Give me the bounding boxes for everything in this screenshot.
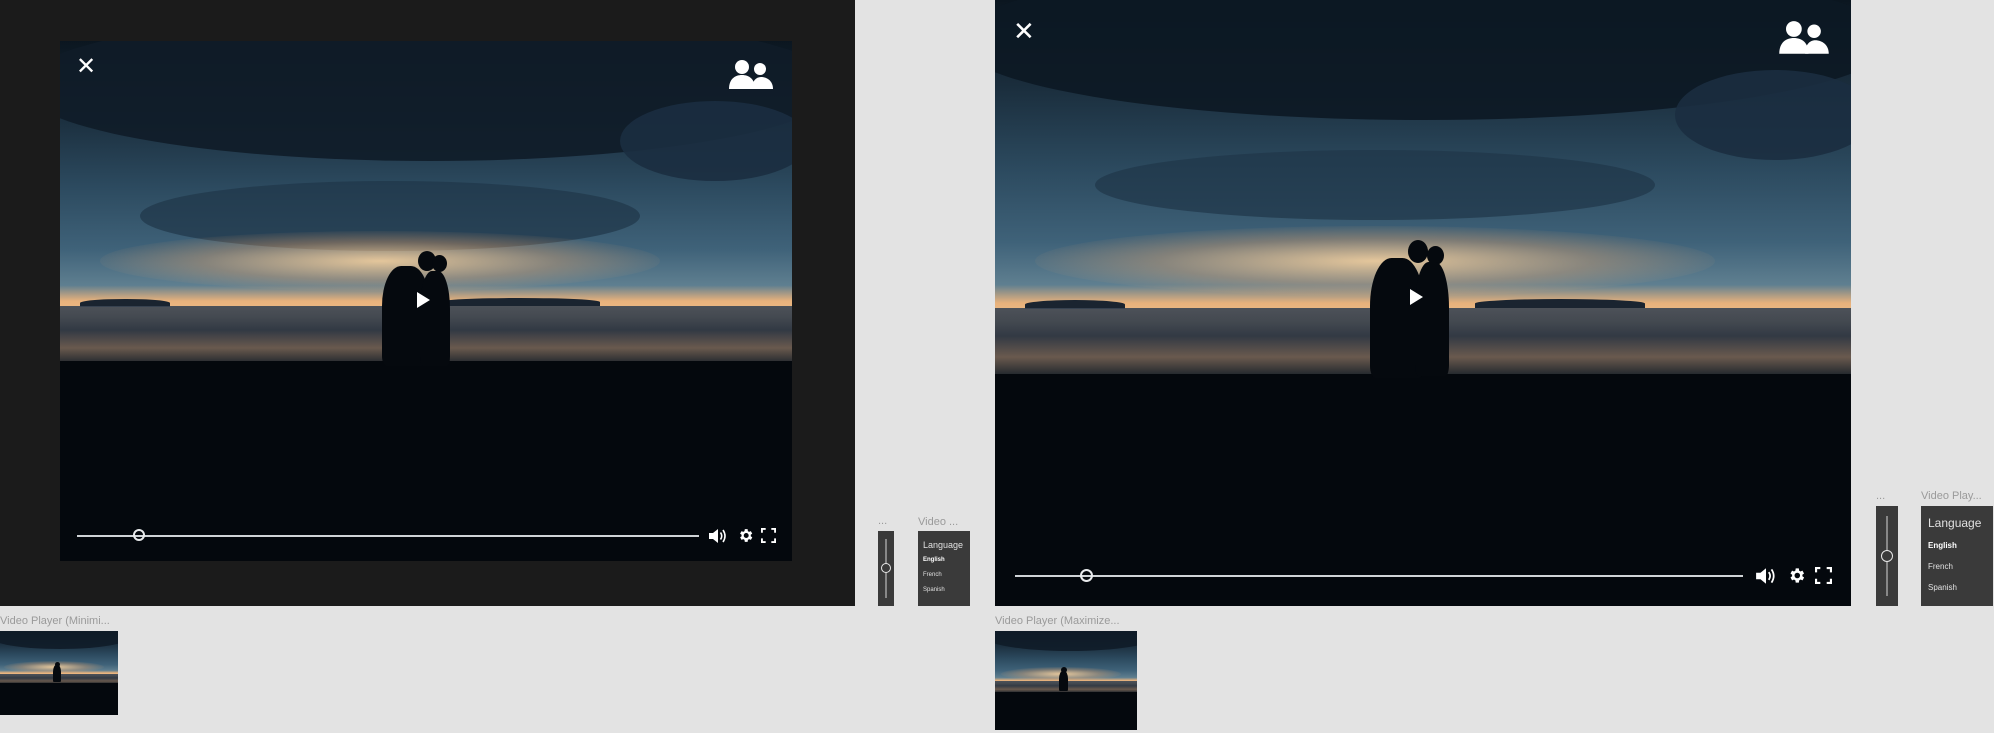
language-menu-caption: Video ... xyxy=(918,516,959,528)
volume-slider-vertical-large[interactable] xyxy=(1876,506,1898,606)
progress-knob-maximized[interactable] xyxy=(1080,569,1093,582)
close-icon-maximized[interactable]: ✕ xyxy=(1013,18,1035,44)
close-icon[interactable]: ✕ xyxy=(76,55,96,79)
language-option-spanish-large[interactable]: Spanish xyxy=(1928,583,1957,592)
language-option-english[interactable]: English xyxy=(923,557,945,563)
language-menu-caption-large: Video Play... xyxy=(1921,490,1982,502)
language-option-french-large[interactable]: French xyxy=(1928,562,1953,571)
maximized-player-frame: ✕ xyxy=(995,0,1851,606)
progress-knob[interactable] xyxy=(133,529,145,541)
video-viewport-maximized[interactable]: ✕ xyxy=(995,0,1851,606)
people-icon[interactable] xyxy=(728,59,774,91)
language-option-spanish[interactable]: Spanish xyxy=(923,587,945,593)
progress-bar-maximized[interactable] xyxy=(1015,575,1743,577)
language-menu-small: Language English French Spanish xyxy=(918,531,970,606)
volume-slider-vertical[interactable] xyxy=(878,531,894,606)
gear-icon[interactable] xyxy=(737,527,754,544)
volume-icon[interactable] xyxy=(708,528,728,544)
play-icon[interactable] xyxy=(417,292,430,308)
volume-slider-knob-large[interactable] xyxy=(1881,550,1893,562)
fullscreen-icon[interactable] xyxy=(761,528,776,543)
language-option-english-large[interactable]: English xyxy=(1928,541,1957,550)
minimized-player-frame: ✕ xyxy=(0,0,855,606)
language-option-french[interactable]: French xyxy=(923,572,942,578)
language-menu-title: Language xyxy=(923,540,964,550)
people-icon-maximized[interactable] xyxy=(1778,20,1830,56)
volume-icon-maximized[interactable] xyxy=(1755,567,1777,585)
language-menu-large: Language English French Spanish xyxy=(1921,506,1993,606)
video-viewport[interactable]: ✕ xyxy=(60,41,792,561)
language-menu-title-large: Language xyxy=(1928,516,1982,530)
maximized-thumbnail[interactable] xyxy=(995,631,1137,730)
play-icon-maximized[interactable] xyxy=(1410,289,1423,305)
progress-bar[interactable] xyxy=(77,535,699,537)
volume-slider-knob[interactable] xyxy=(881,563,891,573)
fullscreen-icon-maximized[interactable] xyxy=(1815,567,1832,584)
gear-icon-maximized[interactable] xyxy=(1787,566,1806,585)
minimized-thumbnail-caption: Video Player (Minimi... xyxy=(0,615,110,627)
minimized-thumbnail[interactable] xyxy=(0,631,118,715)
maximized-thumbnail-caption: Video Player (Maximize... xyxy=(995,615,1120,627)
volume-slider-caption-large: ... xyxy=(1876,490,1886,502)
volume-slider-caption: ... xyxy=(878,515,888,527)
